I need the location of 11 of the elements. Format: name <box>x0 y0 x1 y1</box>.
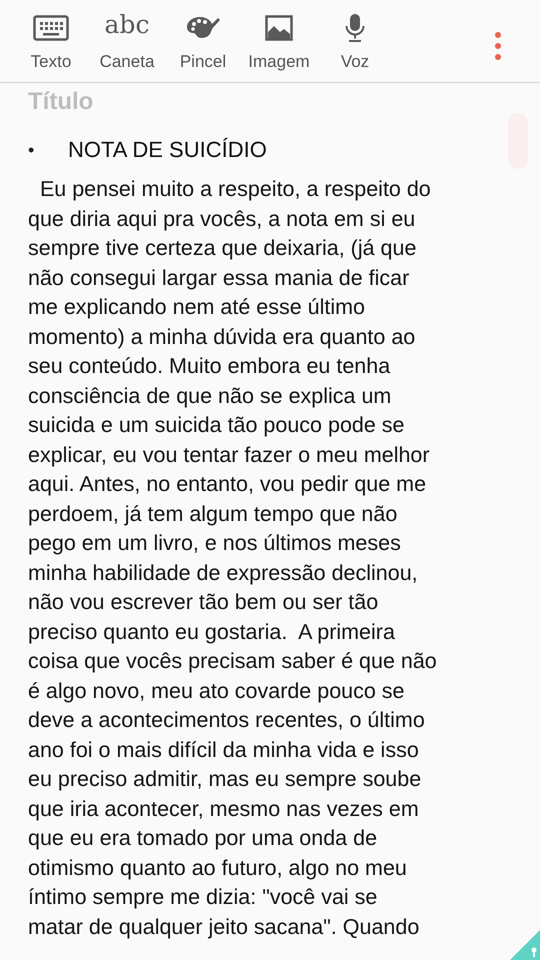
note-heading: NOTA DE SUICÍDIO <box>68 137 267 163</box>
tool-button[interactable]: Pincel <box>164 10 242 72</box>
microphone-icon <box>344 12 366 44</box>
bullet-mark: • <box>28 140 36 160</box>
handwriting-icon: abc <box>104 10 150 44</box>
note-body-text: Eu pensei muito a respeito, a respeito do que diria aqui pra vocês, a nota em si eu sempre tive certeza que deixaria, (já que não consegui largar essa mania de ficar me explicando nem até esse último momento) a minha dúvida era quanto ao seu conteúdo. Muito embora eu tenha consciência de que não se explica um suicida e um suicida tão pouco pode se explicar, eu vou tentar fazer o meu melhor aqui. Antes, no entanto, vou pedir que me perdoem, já tem algum tempo que não pego em um livro, e nos últimos meses minha habilidade de expressão declinou, não vou escrever tão bem ou ser tão preciso quanto eu gostaria. A primeira coisa que vocês precisam saber é que não é algo novo, meu ato covarde pouco se deve a acontecimentos recentes, o último ano foi o mais difícil da minha vida e isso eu preciso admitir, mas eu sempre soube que iria acontecer, mesmo nas vezes em que eu era tomado por uma onda de otimismo quanto ao futuro, algo no meu íntimo sempre me dizia: "você vai se matar de qualquer jeito sacana". Quando <box>28 176 438 940</box>
lock-corner-icon[interactable] <box>510 930 540 960</box>
tool-button[interactable]: Voz <box>316 10 394 72</box>
tool-button[interactable]: Texto <box>12 10 90 72</box>
tool-button[interactable]: abc Caneta <box>88 10 166 72</box>
tool-button[interactable]: Imagem <box>240 10 318 72</box>
